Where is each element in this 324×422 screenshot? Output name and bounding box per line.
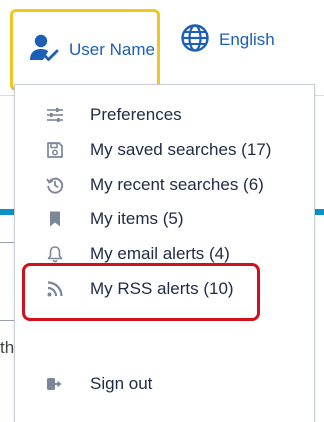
background-accent-bar-left [0,209,14,215]
floppy-disk-icon [46,141,64,159]
sliders-icon [46,106,64,124]
globe-icon [180,23,210,58]
background-divider [0,242,14,243]
language-button[interactable]: English [180,22,275,58]
user-name-label: User Name [69,40,155,59]
rss-alerts-highlight-outline [22,263,260,321]
language-label: English [219,30,275,49]
menu-item-recent-searches[interactable]: My recent searches (6) [15,170,314,200]
sign-out-icon [46,375,64,393]
background-accent-bar-right [314,209,324,215]
history-icon [46,176,64,194]
page: the User Name English [0,0,324,422]
menu-item-label: My recent searches (6) [90,175,264,194]
menu-item-saved-searches[interactable]: My saved searches (17) [15,135,314,165]
background-partial-text: the [0,338,14,357]
menu-item-preferences[interactable]: Preferences [15,100,314,130]
user-menu-button[interactable]: User Name [10,9,160,91]
bell-icon [46,245,64,263]
user-dropdown-menu: Preferences My saved searches (17) My re… [14,84,315,422]
menu-item-label: My email alerts (4) [90,244,230,263]
user-check-icon [29,33,59,68]
bookmark-icon [46,210,64,228]
menu-item-label: My items (5) [90,209,184,228]
menu-item-label: Preferences [90,105,182,124]
menu-item-sign-out[interactable]: Sign out [15,369,314,399]
background-divider [0,320,14,321]
menu-item-my-items[interactable]: My items (5) [15,204,314,234]
menu-item-label: Sign out [90,374,153,393]
menu-item-label: My saved searches (17) [90,140,272,159]
